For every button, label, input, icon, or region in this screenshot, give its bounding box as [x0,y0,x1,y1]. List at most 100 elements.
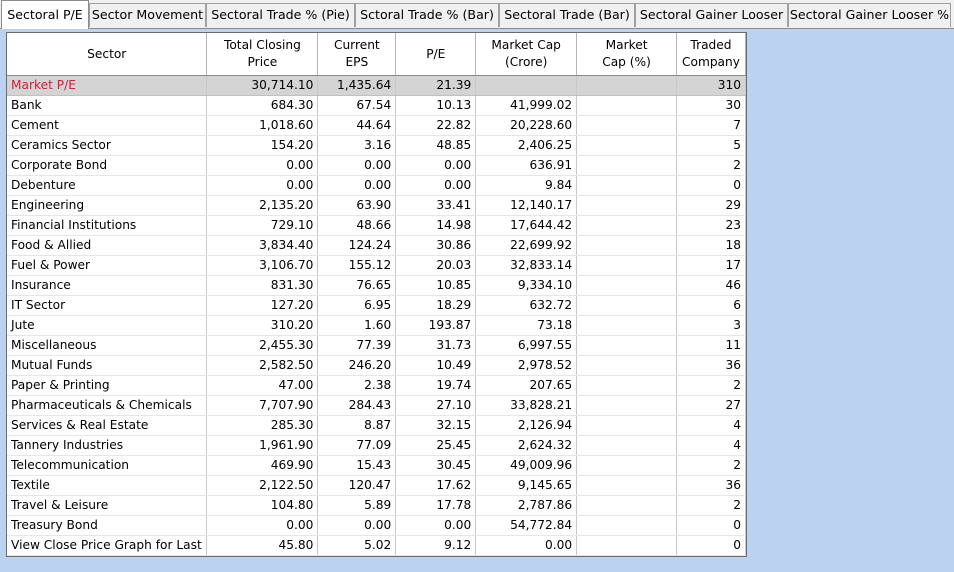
cell-market-cap-pct [576,215,677,236]
cell-total-closing-price: 2,135.20 [206,195,319,216]
cell-market-cap-pct [576,115,677,136]
cell-total-closing-price: 1,961.90 [206,435,319,456]
cell-market-cap: 2,624.32 [475,435,578,456]
cell-current-eps: 246.20 [317,355,397,376]
cell-current-eps: 67.54 [317,95,397,116]
cell-market-cap: 207.65 [475,375,578,396]
table-row[interactable]: Travel & Leisure 104.80 5.89 17.78 2,787.86 2 [7,495,747,516]
cell-pe: 14.98 [395,215,477,236]
tab-sectoral-trade-pie[interactable]: Sectoral Trade % (Pie) [206,3,355,27]
cell-current-eps: 6.95 [317,295,397,316]
cell-current-eps: 0.00 [317,515,397,536]
table-row[interactable]: Food & Allied 3,834.40 124.24 30.86 22,699.9… [7,235,747,256]
cell-market-cap-pct [576,175,677,196]
header-pe[interactable]: P/E [395,33,477,76]
cell-total-closing-price: 30,714.10 [206,75,319,96]
cell-market-cap-pct [576,295,677,316]
table-row[interactable]: Jute 310.20 1.60 193.87 73.18 3 [7,315,747,336]
cell-current-eps: 0.00 [317,175,397,196]
tab-sectoral-gainer-looser-pct[interactable]: Sectoral Gainer Looser % [788,3,951,27]
cell-traded-company: 17 [676,255,747,276]
cell-traded-company: 0 [676,175,747,196]
table-row[interactable]: Treasury Bond 0.00 0.00 0.00 54,772.84 0 [7,515,747,536]
header-total-closing-price[interactable]: Total Closing Price [206,33,319,76]
cell-pe: 0.00 [395,515,477,536]
cell-traded-company: 5 [676,135,747,156]
sector-pe-table: Sector Total Closing Price Current EPS P/E… [7,33,747,556]
table-row[interactable]: Debenture 0.00 0.00 0.00 9.84 0 [7,175,747,196]
cell-pe: 30.45 [395,455,477,476]
cell-current-eps: 5.89 [317,495,397,516]
cell-current-eps: 120.47 [317,475,397,496]
table-row[interactable]: Tannery Industries 1,961.90 77.09 25.45 2,62… [7,435,747,456]
table-row-market-pe[interactable]: Market P/E 30,714.10 1,435.64 21.39 310 [7,75,747,96]
cell-market-cap: 9.84 [475,175,578,196]
cell-pe: 32.15 [395,415,477,436]
cell-sector: View Close Price Graph for Last [7,535,208,556]
tab-sectoral-gainer-looser[interactable]: Sectoral Gainer Looser [635,3,788,27]
sector-pe-grid[interactable]: Sector Total Closing Price Current EPS P/E… [6,32,747,557]
table-row[interactable]: Pharmaceuticals & Chemicals 7,707.90 284.4… [7,395,747,416]
header-line: Traded [690,38,732,52]
cell-sector: Engineering [7,195,208,216]
cell-sector: Insurance [7,275,208,296]
header-line: Company [681,55,740,69]
cell-total-closing-price: 3,834.40 [206,235,319,256]
table-row[interactable]: Engineering 2,135.20 63.90 33.41 12,140.17 29 [7,195,747,216]
cell-pe: 31.73 [395,335,477,356]
cell-sector: IT Sector [7,295,208,316]
header-traded-company[interactable]: Traded Company [676,33,747,76]
tab-sectoral-pe[interactable]: Sectoral P/E [1,0,89,29]
table-row[interactable]: Telecommunication 469.90 15.43 30.45 49,009.… [7,455,747,476]
header-current-eps[interactable]: Current EPS [317,33,397,76]
table-row[interactable]: Ceramics Sector 154.20 3.16 48.85 2,406.25 5 [7,135,747,156]
cell-sector: Ceramics Sector [7,135,208,156]
tab-sectoral-trade-bar[interactable]: Sectoral Trade (Bar) [499,3,635,27]
table-row[interactable]: Miscellaneous 2,455.30 77.39 31.73 6,997.55 1… [7,335,747,356]
tab-sctoral-trade-bar-pct[interactable]: Sctoral Trade % (Bar) [355,3,499,27]
table-row[interactable]: Fuel & Power 3,106.70 155.12 20.03 32,833.14… [7,255,747,276]
table-row[interactable]: Services & Real Estate 285.30 8.87 32.15 2,1… [7,415,747,436]
table-row[interactable]: Insurance 831.30 76.65 10.85 9,334.10 46 [7,275,747,296]
header-market-cap-crore[interactable]: Market Cap (Crore) [475,33,578,76]
cell-traded-company: 11 [676,335,747,356]
cell-traded-company: 46 [676,275,747,296]
tab-content-panel: Sector Total Closing Price Current EPS P/E… [0,28,954,572]
cell-current-eps: 15.43 [317,455,397,476]
table-row[interactable]: Paper & Printing 47.00 2.38 19.74 207.65 2 [7,375,747,396]
table-row[interactable]: Mutual Funds 2,582.50 246.20 10.49 2,978.52 3… [7,355,747,376]
header-market-cap-pct[interactable]: Market Cap (%) [576,33,677,76]
table-body: Market P/E 30,714.10 1,435.64 21.39 310 Bank 6… [7,75,747,556]
cell-current-eps: 284.43 [317,395,397,416]
cell-market-cap: 636.91 [475,155,578,176]
cell-traded-company: 36 [676,475,747,496]
table-row[interactable]: IT Sector 127.20 6.95 18.29 632.72 6 [7,295,747,316]
cell-traded-company: 36 [676,355,747,376]
cell-market-cap-pct [576,75,677,96]
cell-total-closing-price: 154.20 [206,135,319,156]
cell-sector: Corporate Bond [7,155,208,176]
cell-market-cap: 2,406.25 [475,135,578,156]
header-line: Cap (%) [602,55,651,69]
table-row[interactable]: Textile 2,122.50 120.47 17.62 9,145.65 36 [7,475,747,496]
cell-traded-company: 18 [676,235,747,256]
cell-traded-company: 3 [676,315,747,336]
cell-traded-company: 29 [676,195,747,216]
cell-total-closing-price: 285.30 [206,415,319,436]
tab-sector-movement[interactable]: Sector Movement [89,3,206,27]
table-row[interactable]: Financial Institutions 729.10 48.66 14.98 17… [7,215,747,236]
cell-pe: 22.82 [395,115,477,136]
cell-market-cap: 632.72 [475,295,578,316]
cell-sector: Telecommunication [7,455,208,476]
header-sector[interactable]: Sector [7,33,208,76]
cell-current-eps: 0.00 [317,155,397,176]
table-row[interactable]: Bank 684.30 67.54 10.13 41,999.02 30 [7,95,747,116]
cell-market-cap: 49,009.96 [475,455,578,476]
cell-market-cap: 12,140.17 [475,195,578,216]
table-row[interactable]: View Close Price Graph for Last 45.80 5.02… [7,535,747,556]
table-row[interactable]: Cement 1,018.60 44.64 22.82 20,228.60 7 [7,115,747,136]
cell-sector: Fuel & Power [7,255,208,276]
cell-market-cap: 22,699.92 [475,235,578,256]
table-row[interactable]: Corporate Bond 0.00 0.00 0.00 636.91 2 [7,155,747,176]
cell-traded-company: 4 [676,415,747,436]
